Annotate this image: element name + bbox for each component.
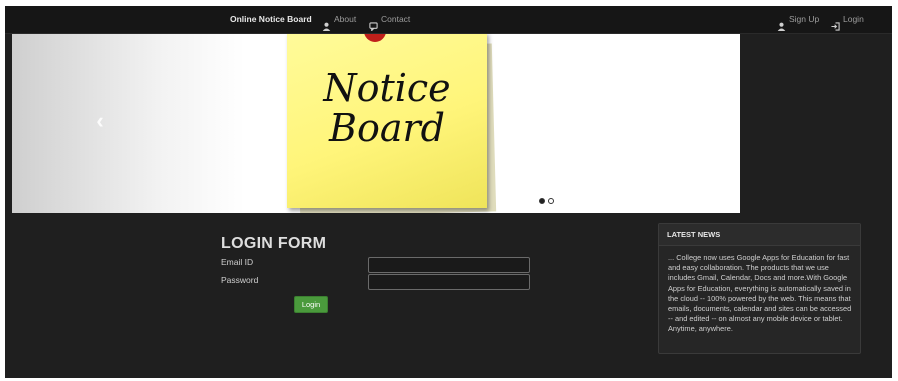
user-icon [322,15,331,31]
email-label: Email ID [221,257,254,267]
email-field[interactable] [368,257,530,273]
top-navbar: Online Notice Board About Contact Sign U… [5,6,892,34]
brand-link[interactable]: Online Notice Board [230,6,312,33]
nav-login[interactable]: Login [831,6,864,33]
nav-signup-label: Sign Up [789,14,820,24]
password-label: Password [221,275,259,285]
nav-login-label: Login [843,14,864,24]
brand-label: Online Notice Board [230,14,312,24]
chevron-left-icon[interactable]: ‹ [90,109,110,133]
carousel-indicator-1[interactable] [539,198,545,204]
notice-carousel: ‹ Notice Board [12,34,740,213]
carousel-indicators [539,198,554,204]
nav-about[interactable]: About [322,6,356,33]
news-body: ... College now uses Google Apps for Edu… [668,253,852,334]
slide-text-line2: Board [329,106,445,150]
password-field[interactable] [368,274,530,290]
slide-text-line1: Notice [323,66,451,110]
news-title: LATEST NEWS [659,224,860,246]
nav-about-label: About [334,14,357,24]
carousel-indicator-2[interactable] [548,198,554,204]
user-icon [777,15,786,31]
login-button[interactable]: Login [294,296,328,313]
sticky-note-image: Notice Board [287,34,487,208]
nav-contact[interactable]: Contact [369,6,410,33]
login-form-title: LOGIN FORM [221,235,327,252]
slide-caption: Notice Board [287,68,487,148]
nav-signup[interactable]: Sign Up [777,6,819,33]
nav-contact-label: Contact [381,14,411,24]
login-arrow-icon [831,15,840,31]
comment-icon [369,15,378,32]
page-frame: Online Notice Board About Contact Sign U… [5,6,892,378]
latest-news-panel: LATEST NEWS ... College now uses Google … [658,223,861,354]
